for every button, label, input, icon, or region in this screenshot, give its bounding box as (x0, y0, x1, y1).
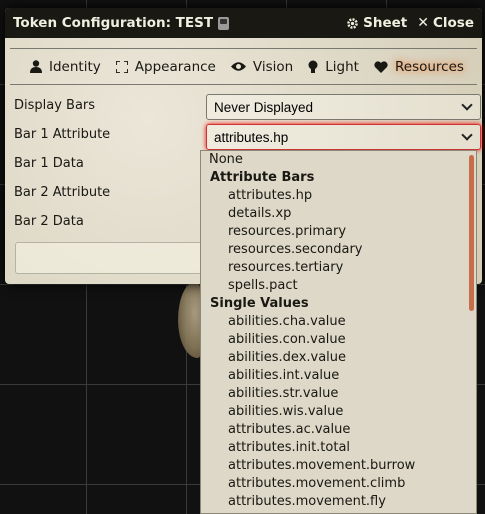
dropdown-option[interactable]: abilities.str.value (201, 385, 476, 403)
chevron-down-icon (461, 99, 473, 111)
tab-vision[interactable]: Vision (226, 55, 298, 79)
dropdown-option[interactable]: attributes.ac.value (201, 421, 476, 439)
tab-identity[interactable]: Identity (25, 55, 106, 79)
close-label: Close (432, 15, 474, 31)
book-icon (218, 16, 230, 30)
tab-label: Appearance (134, 58, 216, 75)
dropdown-option[interactable]: resources.tertiary (201, 259, 476, 277)
close-icon: ✕ (417, 15, 429, 31)
dropdown-option[interactable]: details.xp (201, 205, 476, 223)
expand-icon (115, 60, 128, 73)
tab-light[interactable]: Light (303, 55, 364, 79)
window-header[interactable]: Token Configuration: TEST Sheet ✕ Close (5, 8, 482, 38)
dropdown-option[interactable]: abilities.con.value (201, 331, 476, 349)
tab-label: Resources (395, 58, 464, 75)
dropdown-option[interactable]: attributes.movement.climb (201, 475, 476, 493)
bar1-attribute-value: attributes.hp (214, 129, 289, 145)
dropdown-option[interactable]: spells.pact (201, 277, 476, 295)
tab-resources[interactable]: Resources (369, 55, 469, 79)
display-bars-select[interactable]: Never Displayed (206, 94, 481, 120)
config-tabs: Identity Appearance Vision Light Resourc… (10, 48, 477, 85)
bar1-attribute-select[interactable]: attributes.hp (206, 124, 481, 150)
dropdown-option[interactable]: attributes.init.total (201, 439, 476, 457)
bar2-attribute-label: Bar 2 Attribute (14, 185, 111, 200)
bar1-attribute-dropdown: None Attribute Bars attributes.hp detail… (200, 150, 477, 514)
tab-appearance[interactable]: Appearance (111, 55, 221, 79)
dropdown-option[interactable]: abilities.int.value (201, 367, 476, 385)
dropdown-option[interactable]: resources.secondary (201, 241, 476, 259)
dropdown-option[interactable]: abilities.dex.value (201, 349, 476, 367)
lightbulb-icon (308, 60, 318, 73)
display-bars-label: Display Bars (14, 98, 96, 113)
dropdown-option[interactable]: attributes.movement.burrow (201, 457, 476, 475)
window-title-text: Token Configuration: TEST (13, 15, 214, 31)
dropdown-group-single-values: Single Values (210, 296, 309, 311)
tab-label: Light (325, 58, 359, 75)
heart-icon (374, 60, 388, 73)
dropdown-option-none[interactable]: None (201, 151, 476, 169)
chevron-down-icon (461, 129, 473, 141)
close-button[interactable]: ✕ Close (417, 15, 474, 31)
gear-icon (347, 17, 358, 29)
tab-label: Identity (49, 58, 101, 75)
dropdown-option[interactable]: abilities.wis.value (201, 403, 476, 421)
bar1-data-label: Bar 1 Data (14, 156, 84, 171)
dropdown-option[interactable]: attributes.hp (201, 187, 476, 205)
user-icon (30, 60, 42, 73)
bar2-data-label: Bar 2 Data (14, 214, 84, 229)
sheet-button[interactable]: Sheet (346, 15, 407, 31)
eye-icon (230, 62, 246, 71)
display-bars-value: Never Displayed (214, 99, 314, 115)
dropdown-option[interactable]: resources.primary (201, 223, 476, 241)
window-title: Token Configuration: TEST (13, 15, 336, 31)
dropdown-scrollbar[interactable] (469, 155, 474, 311)
bar1-attribute-label: Bar 1 Attribute (14, 127, 111, 142)
tab-label: Vision (252, 58, 294, 75)
dropdown-group-attribute-bars: Attribute Bars (210, 170, 315, 185)
dropdown-option[interactable]: attributes.movement.fly (201, 493, 476, 511)
sheet-label: Sheet (363, 15, 408, 31)
dropdown-option[interactable]: abilities.cha.value (201, 313, 476, 331)
